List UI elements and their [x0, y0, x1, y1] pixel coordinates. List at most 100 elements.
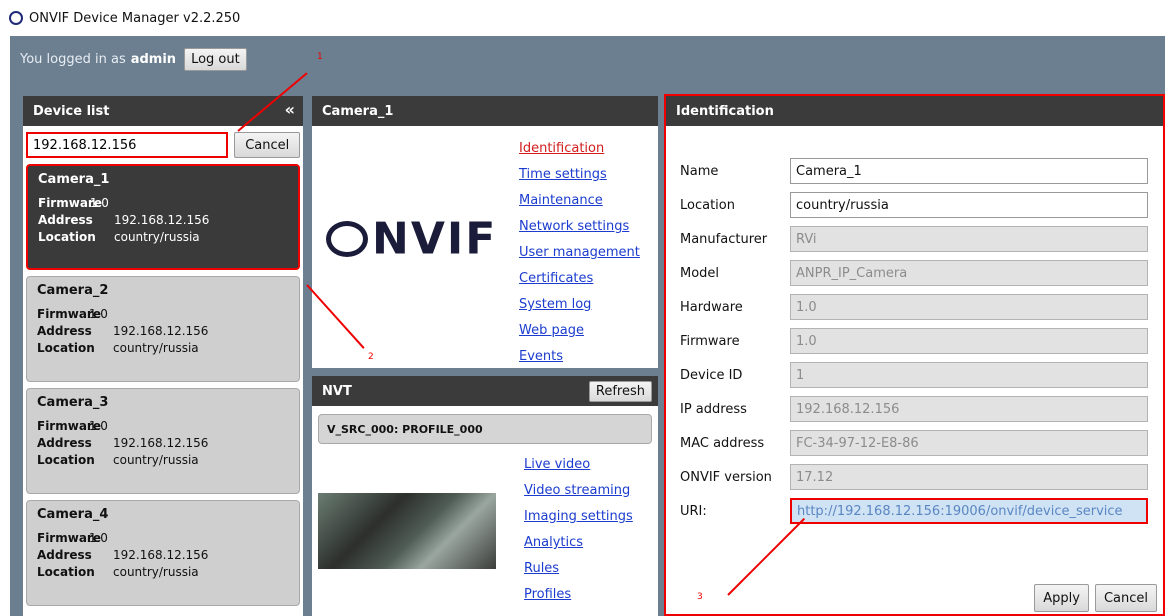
device-location: country/russia	[113, 565, 199, 579]
user-bar: You logged in as admin Log out	[20, 48, 247, 71]
firmware-label: Firmware	[37, 531, 101, 545]
mac-address-label: MAC address	[680, 435, 765, 451]
search-cancel-button[interactable]: Cancel	[234, 132, 300, 158]
ip-address-label: IP address	[680, 401, 747, 417]
device-firmware: 1.0	[88, 419, 108, 433]
manufacturer-label: Manufacturer	[680, 231, 768, 247]
device-card-camera-1[interactable]: Camera_1 Firmware 1.0 Address 192.168.12.…	[26, 164, 300, 270]
refresh-button[interactable]: Refresh	[588, 380, 652, 402]
nvt-header: NVT Refresh	[312, 376, 658, 406]
location-label: Location	[38, 230, 96, 244]
address-label: Address	[37, 436, 92, 450]
firmware-label: Firmware	[680, 333, 740, 349]
device-location: country/russia	[113, 453, 199, 467]
device-id-label: Device ID	[680, 367, 743, 383]
firmware-label: Firmware	[37, 419, 101, 433]
device-name: Camera_1	[38, 172, 110, 187]
menu-user-management[interactable]: User management	[519, 240, 640, 266]
identification-panel: Identification Name Location Manufacture…	[664, 94, 1165, 616]
menu-live-video[interactable]: Live video	[524, 452, 633, 478]
annotation-number-2: 2	[368, 352, 374, 362]
device-location: country/russia	[114, 230, 200, 244]
menu-web-page[interactable]: Web page	[519, 318, 640, 344]
onvif-version-field	[790, 464, 1148, 490]
menu-profiles[interactable]: Profiles	[524, 582, 633, 608]
title-bar: ONVIF Device Manager v2.2.250	[0, 0, 1165, 36]
camera-title: Camera_1	[322, 103, 394, 119]
firmware-label: Firmware	[38, 196, 102, 210]
device-firmware: 1.0	[89, 196, 109, 210]
collapse-icon[interactable]: «	[285, 100, 295, 119]
apply-button[interactable]: Apply	[1034, 584, 1089, 612]
device-address: 192.168.12.156	[113, 324, 209, 338]
device-address: 192.168.12.156	[113, 548, 209, 562]
device-card-camera-2[interactable]: Camera_2 Firmware 1.0 Address 192.168.12.…	[26, 276, 300, 382]
search-row: Cancel	[26, 132, 300, 158]
onvif-logo-ring-icon	[326, 221, 368, 257]
manufacturer-field	[790, 226, 1148, 252]
nvt-title: NVT	[322, 383, 352, 399]
menu-certificates[interactable]: Certificates	[519, 266, 640, 292]
app-icon	[9, 11, 23, 25]
address-label: Address	[38, 213, 93, 227]
device-list-title: Device list	[33, 103, 110, 119]
identification-header: Identification	[666, 96, 1163, 126]
device-name: Camera_2	[37, 283, 109, 298]
onvif-logo-text: NVIF	[372, 213, 498, 265]
nvt-menu: Live video Video streaming Imaging setti…	[524, 452, 633, 608]
device-list-panel: Device list « Cancel Camera_1 Firmware 1…	[23, 96, 303, 616]
device-firmware: 1.0	[88, 531, 108, 545]
location-label: Location	[37, 453, 95, 467]
camera-header: Camera_1	[312, 96, 658, 126]
location-label: Location	[37, 341, 95, 355]
location-label: Location	[37, 565, 95, 579]
device-firmware: 1.0	[88, 307, 108, 321]
camera-panel: Camera_1 NVIF Identification Time settin…	[312, 96, 658, 368]
device-card-camera-4[interactable]: Camera_4 Firmware 1.0 Address 192.168.12.…	[26, 500, 300, 606]
menu-system-log[interactable]: System log	[519, 292, 640, 318]
annotation-number-1: 1	[317, 52, 323, 62]
cancel-button[interactable]: Cancel	[1094, 584, 1157, 612]
device-name: Camera_3	[37, 395, 109, 410]
camera-menu: Identification Time settings Maintenance…	[519, 136, 640, 370]
hardware-field	[790, 294, 1148, 320]
menu-imaging-settings[interactable]: Imaging settings	[524, 504, 633, 530]
name-label: Name	[680, 163, 719, 179]
onvif-logo: NVIF	[326, 211, 497, 265]
profile-label: V_SRC_000: PROFILE_000	[327, 422, 483, 436]
menu-video-streaming[interactable]: Video streaming	[524, 478, 633, 504]
menu-rules[interactable]: Rules	[524, 556, 633, 582]
annotation-number-3: 3	[697, 592, 703, 602]
profile-selector[interactable]: V_SRC_000: PROFILE_000	[318, 414, 652, 444]
firmware-field	[790, 328, 1148, 354]
menu-analytics[interactable]: Analytics	[524, 530, 633, 556]
video-preview-thumbnail[interactable]	[318, 493, 496, 569]
form-actions: Apply Cancel	[1028, 584, 1157, 612]
menu-events[interactable]: Events	[519, 344, 640, 370]
username: admin	[130, 52, 177, 67]
address-label: Address	[37, 548, 92, 562]
location-label: Location	[680, 197, 735, 213]
device-search-input[interactable]	[26, 132, 229, 158]
identification-form: Name Location Manufacturer Model Hardwar…	[680, 154, 1148, 528]
device-id-field	[790, 362, 1148, 388]
menu-network-settings[interactable]: Network settings	[519, 214, 640, 240]
mac-address-field	[790, 430, 1148, 456]
menu-time-settings[interactable]: Time settings	[519, 162, 640, 188]
identification-title: Identification	[676, 103, 774, 119]
device-card-camera-3[interactable]: Camera_3 Firmware 1.0 Address 192.168.12.…	[26, 388, 300, 494]
menu-identification[interactable]: Identification	[519, 136, 640, 162]
device-location: country/russia	[113, 341, 199, 355]
uri-field[interactable]	[790, 498, 1148, 524]
device-name: Camera_4	[37, 507, 109, 522]
model-label: Model	[680, 265, 720, 281]
hardware-label: Hardware	[680, 299, 743, 315]
location-field[interactable]	[790, 192, 1148, 218]
window-title: ONVIF Device Manager v2.2.250	[29, 10, 241, 26]
app-body: You logged in as admin Log out Device li…	[10, 36, 1165, 616]
ip-address-field	[790, 396, 1148, 422]
name-field[interactable]	[790, 158, 1148, 184]
logout-button[interactable]: Log out	[184, 48, 247, 71]
menu-maintenance[interactable]: Maintenance	[519, 188, 640, 214]
device-address: 192.168.12.156	[113, 436, 209, 450]
